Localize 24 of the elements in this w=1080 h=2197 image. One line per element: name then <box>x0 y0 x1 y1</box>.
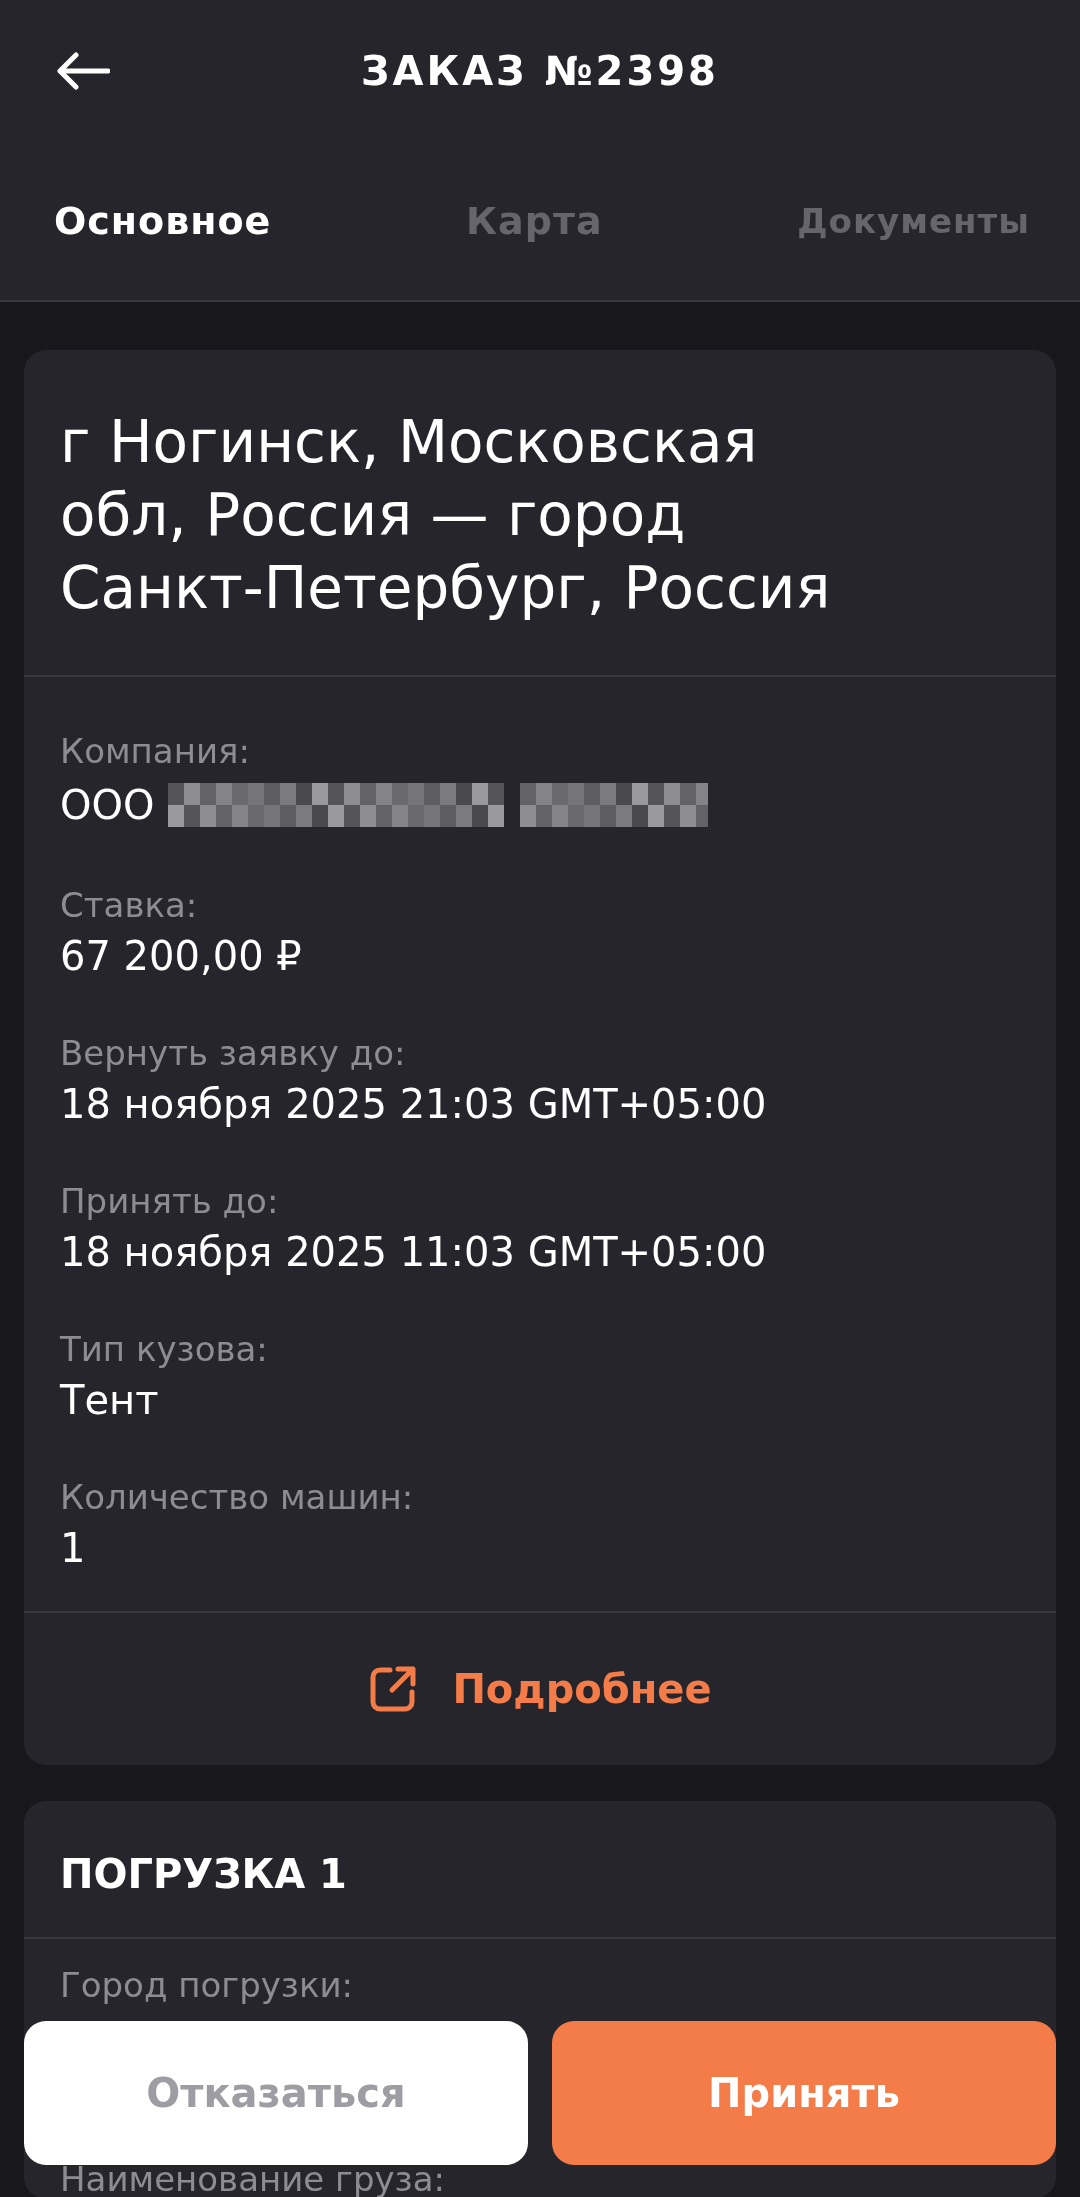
field-value: ООО <box>60 781 155 830</box>
tab[interactable]: Карта <box>466 199 603 243</box>
accept-button[interactable]: Принять <box>552 2021 1056 2165</box>
field-value: 18 ноября 2025 21:03 GMT+05:00 <box>60 1080 767 1129</box>
field-label: Компания: <box>60 730 251 773</box>
field-label: Принять до: <box>60 1180 280 1223</box>
external-link-icon[interactable] <box>368 1664 419 1714</box>
section-title: ПОГРУЗКА 1 <box>24 1801 1056 1939</box>
field-label: Тип кузова: <box>60 1328 269 1371</box>
back-arrow-icon[interactable] <box>56 52 110 90</box>
route-title: г Ногинск, Московская обл, Россия — город Санкт-Петербург, Россия <box>24 350 1056 677</box>
tab[interactable]: Основное <box>54 199 272 243</box>
field-value: 1 <box>60 1524 86 1573</box>
field-label: Город погрузки: <box>60 1965 353 2005</box>
tab[interactable]: Документы <box>797 201 1030 241</box>
page-title: ЗАКАЗ №2398 <box>361 48 719 94</box>
field-label: Количество машин: <box>60 1476 415 1519</box>
decline-button[interactable]: Отказаться <box>24 2021 528 2165</box>
field-label: Вернуть заявку до: <box>60 1032 407 1075</box>
field-label: Ставка: <box>60 884 199 927</box>
field-value: 67 200,00 ₽ <box>60 932 302 981</box>
field-value: 18 ноября 2025 11:03 GMT+05:00 <box>60 1228 767 1277</box>
details-link[interactable]: Подробнее <box>452 1666 712 1712</box>
field-value: Тент <box>60 1376 159 1425</box>
